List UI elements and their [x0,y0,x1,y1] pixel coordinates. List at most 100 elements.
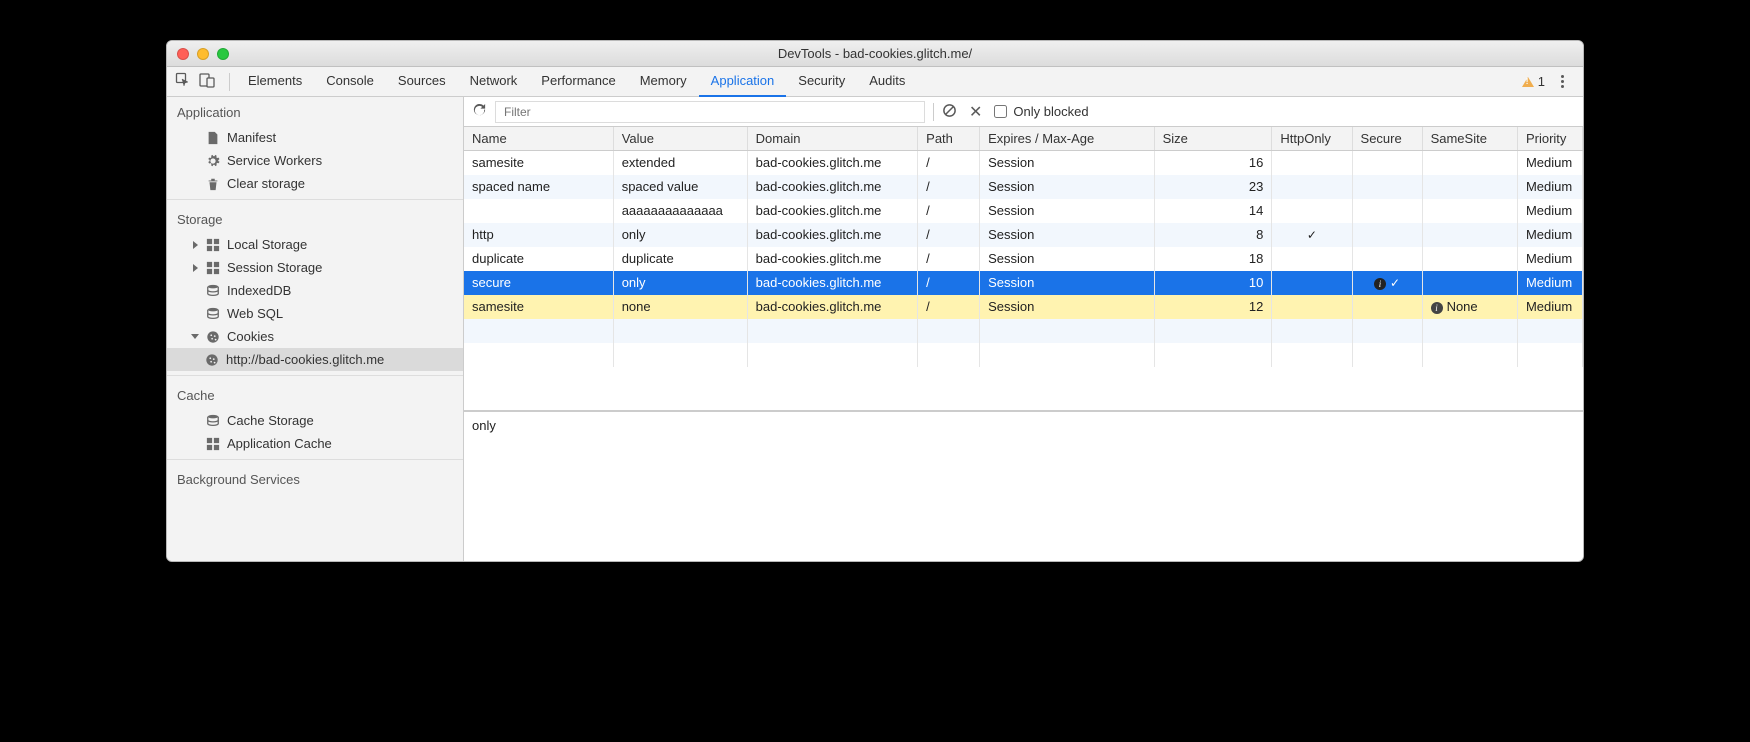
device-toolbar-icon[interactable] [199,72,215,91]
table-cell: 23 [1154,175,1272,199]
table-cell: 16 [1154,151,1272,175]
column-header-value[interactable]: Value [613,127,747,151]
table-row[interactable]: samesitenonebad-cookies.glitch.me/Sessio… [464,295,1583,319]
sidebar-item-cookie-origin[interactable]: http://bad-cookies.glitch.me [167,348,463,371]
table-cell: Session [980,295,1155,319]
tab-memory[interactable]: Memory [628,67,699,97]
warnings-badge[interactable]: 1 [1522,74,1545,89]
table-cell [747,319,918,343]
table-cell: 14 [1154,199,1272,223]
table-cell: bad-cookies.glitch.me [747,223,918,247]
warning-icon [1522,77,1534,87]
table-cell: Session [980,151,1155,175]
table-cell [1272,319,1352,343]
minimize-window-button[interactable] [197,48,209,60]
column-header-secure[interactable]: Secure [1352,127,1422,151]
tab-network[interactable]: Network [458,67,530,97]
delete-selected-icon[interactable]: ✕ [965,102,986,122]
table-cell: ✓ [1272,223,1352,247]
table-cell [1352,175,1422,199]
table-cell: bad-cookies.glitch.me [747,271,918,295]
table-cell [1422,175,1517,199]
sidebar-item-application-cache[interactable]: Application Cache [167,432,463,455]
column-header-expires-max-age[interactable]: Expires / Max-Age [980,127,1155,151]
table-cell [1154,319,1272,343]
table-cell: bad-cookies.glitch.me [747,151,918,175]
db-icon [206,414,220,428]
tab-application[interactable]: Application [699,67,787,97]
table-cell: samesite [464,295,613,319]
sidebar-item-service-workers[interactable]: Service Workers [167,149,463,172]
table-cell: only [613,271,747,295]
sidebar-item-cache-storage[interactable]: Cache Storage [167,409,463,432]
table-row-empty[interactable] [464,319,1583,343]
table-cell: 8 [1154,223,1272,247]
info-icon: i [1374,278,1386,290]
sidebar-item-session-storage[interactable]: Session Storage [167,256,463,279]
clear-all-icon[interactable] [942,103,957,121]
table-cell: bad-cookies.glitch.me [747,295,918,319]
tab-console[interactable]: Console [314,67,386,97]
sidebar-item-cookies[interactable]: Cookies [167,325,463,348]
table-cell [464,343,613,367]
column-header-size[interactable]: Size [1154,127,1272,151]
table-cell [464,199,613,223]
table-cell: 12 [1154,295,1272,319]
divider [933,103,934,121]
table-row[interactable]: httponlybad-cookies.glitch.me/Session8✓M… [464,223,1583,247]
filter-input[interactable] [495,101,925,123]
table-cell [1352,295,1422,319]
refresh-icon[interactable] [472,103,487,121]
table-row[interactable]: secureonlybad-cookies.glitch.me/Session1… [464,271,1583,295]
column-header-path[interactable]: Path [918,127,980,151]
grid-icon [206,437,220,451]
close-window-button[interactable] [177,48,189,60]
column-header-domain[interactable]: Domain [747,127,918,151]
only-blocked-input[interactable] [994,105,1007,118]
table-cell [1422,199,1517,223]
table-cell [613,319,747,343]
sidebar-item-web-sql[interactable]: Web SQL [167,302,463,325]
chevron-right-icon [193,241,198,249]
column-header-samesite[interactable]: SameSite [1422,127,1517,151]
filter-toolbar: ✕ Only blocked [464,97,1583,127]
tab-security[interactable]: Security [786,67,857,97]
zoom-window-button[interactable] [217,48,229,60]
table-row[interactable]: samesiteextendedbad-cookies.glitch.me/Se… [464,151,1583,175]
sidebar-item-clear-storage[interactable]: Clear storage [167,172,463,195]
inspect-element-icon[interactable] [175,72,191,91]
table-cell: Session [980,247,1155,271]
column-header-httponly[interactable]: HttpOnly [1272,127,1352,151]
more-menu-icon[interactable] [1555,75,1569,88]
grid-icon [206,238,220,252]
table-cell [1272,271,1352,295]
table-row[interactable]: aaaaaaaaaaaaaabad-cookies.glitch.me/Sess… [464,199,1583,223]
column-header-name[interactable]: Name [464,127,613,151]
table-row[interactable]: spaced namespaced valuebad-cookies.glitc… [464,175,1583,199]
column-header-priority[interactable]: Priority [1517,127,1582,151]
only-blocked-checkbox[interactable]: Only blocked [994,104,1088,119]
tab-sources[interactable]: Sources [386,67,458,97]
table-cell: duplicate [613,247,747,271]
sidebar-item-manifest[interactable]: Manifest [167,126,463,149]
table-cell [1272,151,1352,175]
sidebar-item-label: Local Storage [227,237,307,252]
table-cell: / [918,175,980,199]
tab-elements[interactable]: Elements [236,67,314,97]
sidebar-item-local-storage[interactable]: Local Storage [167,233,463,256]
check-icon: ✓ [1390,276,1400,290]
table-cell [1352,247,1422,271]
table-row[interactable]: duplicateduplicatebad-cookies.glitch.me/… [464,247,1583,271]
tab-performance[interactable]: Performance [529,67,627,97]
sidebar-item-label: Cookies [227,329,274,344]
tab-audits[interactable]: Audits [857,67,917,97]
sidebar-item-label: Service Workers [227,153,322,168]
table-cell [1422,343,1517,367]
table-cell [1272,295,1352,319]
traffic-lights [167,48,229,60]
table-row-empty[interactable] [464,343,1583,367]
table-cell [980,343,1155,367]
sidebar-item-indexeddb[interactable]: IndexedDB [167,279,463,302]
trash-icon [206,177,220,191]
table-cell: Session [980,223,1155,247]
